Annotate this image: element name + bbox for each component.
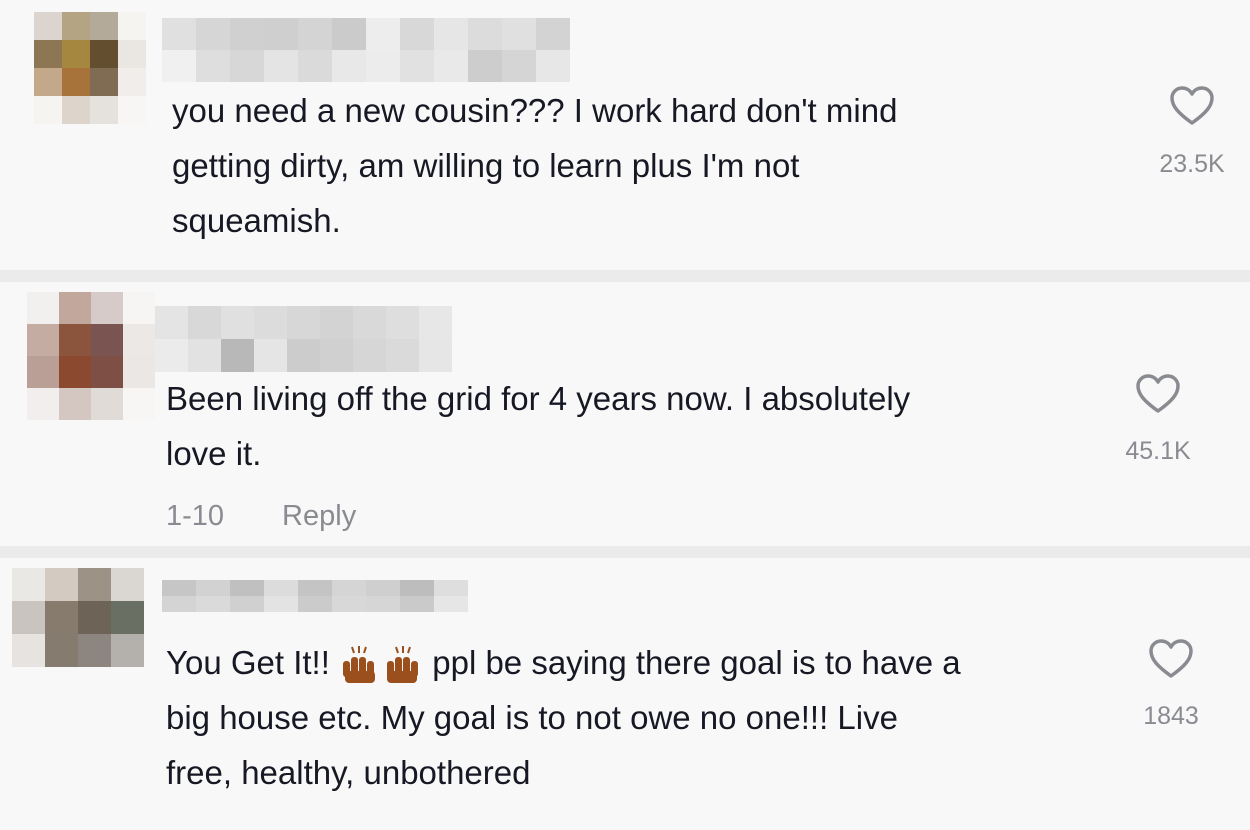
like-count: 1843 [1143,702,1199,730]
comment-text-line: Been living off the grid for 4 years now… [166,380,911,417]
comment-item-1: you need a new cousin??? I work hard don… [0,0,1250,270]
raising-hands-emoji [343,646,419,684]
comment-text-line: You Get It!! ppl be saying there goal is… [166,635,961,690]
username-obscured[interactable] [162,580,468,612]
like-count: 45.1K [1125,437,1191,465]
like-count: 23.5K [1159,150,1225,178]
comment-item-2: Been living off the grid for 4 years now… [0,282,1250,546]
comment-item-3: You Get It!! ppl be saying there goal is… [0,558,1250,830]
divider [0,546,1250,558]
heart-outline-icon[interactable] [1135,373,1181,415]
comment-text: you need a new cousin??? I work hard don… [172,83,897,248]
heart-outline-icon[interactable] [1148,638,1194,680]
username-obscured[interactable] [162,18,570,82]
heart-outline-icon[interactable] [1169,85,1215,127]
divider [0,270,1250,282]
comment-text-line: free, healthy, unbothered [166,754,531,791]
comment-text-line: love it. [166,435,262,472]
comment-text: Been living off the grid for 4 years now… [166,371,910,481]
comment-text: You Get It!! ppl be saying there goal is… [166,635,961,800]
comment-text-line: squeamish. [172,202,341,239]
comment-text-line: big house etc. My goal is to not owe no … [166,699,898,736]
username-obscured[interactable] [155,306,452,372]
comment-text-line: getting dirty, am willing to learn plus … [172,147,800,184]
comment-text-part: ppl be saying there goal is to have a [432,644,961,681]
comment-meta: 1-10 Reply [166,500,356,533]
avatar[interactable] [34,12,146,124]
comment-text-line: you need a new cousin??? I work hard don… [172,92,898,129]
reply-button[interactable]: Reply [282,500,356,532]
avatar[interactable] [27,292,155,420]
reply-count[interactable]: 1-10 [166,500,224,532]
avatar[interactable] [12,568,144,667]
comment-text-part: You Get It!! [166,644,330,681]
